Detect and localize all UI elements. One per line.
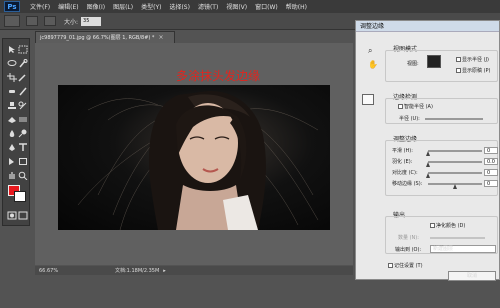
tool-preset-picker[interactable] (4, 15, 20, 27)
adjust-slider-value[interactable]: 0.0 (484, 158, 498, 165)
menu-file[interactable]: 文件(F) (26, 2, 54, 11)
adjust-slider-value[interactable]: 0 (484, 147, 498, 154)
photoshop-logo: Ps (4, 1, 20, 12)
status-bar: 66.67% 文档:1.18M/2.35M ▸ (35, 266, 353, 275)
menu-image[interactable]: 图像(I) (83, 2, 109, 11)
output-to-select[interactable]: 新建图层 (430, 245, 496, 253)
remember-settings-check[interactable] (388, 263, 393, 268)
gradient-tool-icon[interactable] (18, 115, 28, 124)
smart-radius-checkbox[interactable]: 智能半径 (A) (398, 103, 433, 110)
pen-tool-icon[interactable] (7, 143, 17, 152)
show-radius-check[interactable] (456, 57, 461, 62)
menu-help[interactable]: 帮助(H) (282, 2, 311, 11)
menu-window[interactable]: 窗口(W) (251, 2, 282, 11)
menu-type[interactable]: 类型(Y) (137, 2, 165, 11)
eraser-tool-icon[interactable] (7, 115, 17, 124)
portrait-image (77, 90, 319, 230)
show-original-label: 显示原稿 (P) (462, 68, 491, 74)
healing-brush-tool-icon[interactable] (7, 87, 17, 96)
show-radius-label: 显示半径 (J) (462, 57, 489, 63)
cancel-button[interactable]: 取消 (448, 271, 496, 281)
crop-tool-icon[interactable] (7, 73, 17, 82)
instruction-overlay-text: 多涂抹头发边缘 (176, 69, 261, 83)
zoom-tool-icon[interactable] (18, 171, 28, 181)
adjust-slider-track[interactable] (428, 172, 482, 174)
menu-layer[interactable]: 图层(L) (109, 2, 137, 11)
menu-edit[interactable]: 编辑(E) (54, 2, 82, 11)
status-menu-arrow-icon[interactable]: ▸ (163, 268, 166, 274)
quick-selection-tool-icon[interactable] (18, 59, 28, 68)
document-tab[interactable]: jc9897779_01.jpg @ 66.7%(图层 1, RGB/8#) *… (35, 31, 175, 43)
menu-view[interactable]: 视图(V) (222, 2, 251, 11)
zoom-icon[interactable]: ⌕ (368, 46, 378, 56)
eyedropper-tool-icon[interactable] (18, 73, 28, 82)
document-tab-title: jc9897779_01.jpg @ 66.7%(图层 1, RGB/8#) * (40, 35, 155, 41)
smart-radius-check[interactable] (398, 104, 403, 109)
adjust-slider-track[interactable] (428, 161, 482, 163)
amount-label: 数量 (N): (398, 235, 419, 241)
radius-label: 半径 (U): (399, 116, 420, 122)
remember-settings-label: 记住设置 (T) (394, 263, 423, 269)
adjust-slider-value[interactable]: 0 (484, 169, 498, 176)
show-radius-checkbox[interactable]: 显示半径 (J) (456, 56, 489, 63)
adjust-slider-label: 对比度 (C): (392, 170, 418, 176)
adjust-slider-label: 移动边缘 (S): (392, 181, 423, 187)
adjust-slider-track[interactable] (428, 150, 482, 152)
document-info: 文档:1.18M/2.35M (115, 268, 160, 274)
adjust-slider-label: 平滑 (H): (392, 148, 413, 154)
remember-settings-checkbox[interactable]: 记住设置 (T) (388, 262, 423, 269)
show-original-checkbox[interactable]: 显示原稿 (P) (456, 67, 491, 74)
hand-tool-icon[interactable] (7, 171, 17, 180)
brush-tool-icon[interactable] (18, 87, 28, 96)
size-input[interactable]: 35 (81, 16, 102, 26)
view-mode-thumbnail[interactable] (427, 55, 441, 68)
dialog-title: 调整边缘 (356, 21, 499, 32)
move-tool-icon[interactable] (7, 45, 17, 54)
blur-tool-icon[interactable] (7, 129, 17, 138)
zoom-level[interactable]: 66.67% (39, 268, 65, 274)
decontaminate-label: 净化颜色 (D) (436, 223, 466, 229)
dodge-tool-icon[interactable] (18, 129, 28, 138)
refine-radius-brush-icon[interactable] (362, 94, 374, 105)
dialog-tool-icons: ⌕ ✋ (368, 46, 380, 74)
view-mode-box (385, 50, 498, 82)
background-color-swatch[interactable] (14, 191, 26, 202)
hand-icon[interactable]: ✋ (368, 60, 378, 70)
menu-bar: Ps 文件(F) 编辑(E) 图像(I) 图层(L) 类型(Y) 选择(S) 滤… (0, 0, 500, 13)
show-original-check[interactable] (456, 68, 461, 73)
smart-radius-label: 智能半径 (A) (404, 104, 433, 110)
document-photo[interactable] (58, 85, 330, 230)
erase-mode-icon[interactable] (44, 16, 56, 26)
output-to-label: 输出到 (O): (395, 247, 422, 253)
decontaminate-checkbox[interactable]: 净化颜色 (D) (430, 222, 465, 229)
screen-mode-icon[interactable] (18, 211, 28, 220)
view-label: 视图: (407, 61, 419, 67)
close-icon[interactable]: × (158, 34, 163, 41)
type-tool-icon[interactable] (18, 143, 28, 152)
quick-mask-icon[interactable] (7, 211, 17, 220)
size-label: 大小: (64, 18, 79, 26)
marquee-tool-icon[interactable] (18, 45, 28, 54)
menu-filter[interactable]: 滤镜(T) (194, 2, 222, 11)
path-selection-tool-icon[interactable] (7, 157, 17, 166)
adjust-slider-value[interactable]: 0 (484, 180, 498, 187)
clone-stamp-tool-icon[interactable] (7, 101, 17, 110)
menu-select[interactable]: 选择(S) (165, 2, 194, 11)
adjust-slider-label: 羽化 (E): (392, 159, 413, 165)
decontaminate-check[interactable] (430, 223, 435, 228)
brush-mode-icon[interactable] (26, 16, 38, 26)
toolbox (2, 38, 30, 226)
history-brush-tool-icon[interactable] (18, 101, 28, 110)
shape-tool-icon[interactable] (18, 157, 28, 166)
amount-slider[interactable] (430, 237, 485, 239)
lasso-tool-icon[interactable] (7, 59, 17, 68)
radius-slider[interactable] (425, 118, 483, 120)
